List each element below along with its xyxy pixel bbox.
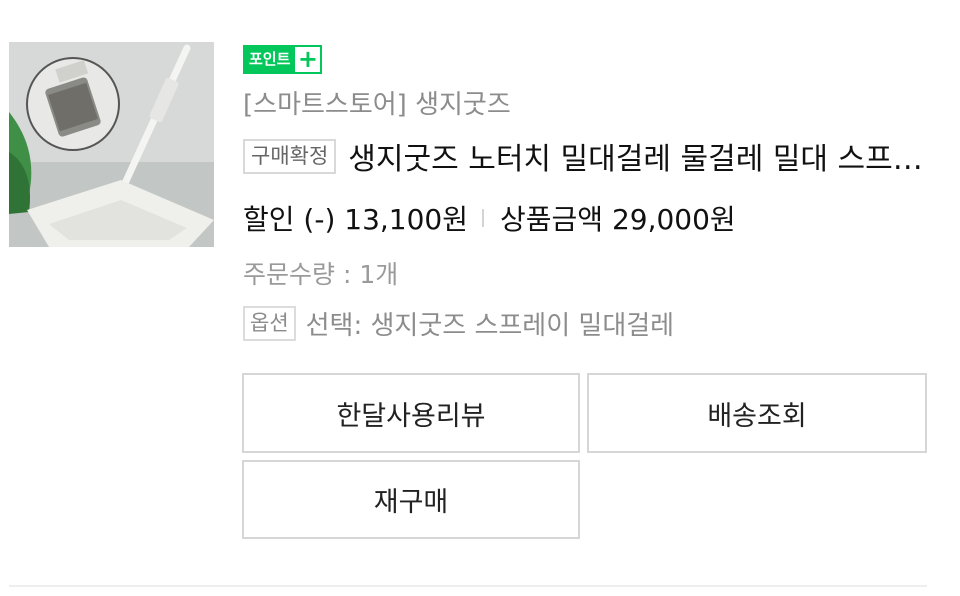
- track-shipping-button[interactable]: 배송조회: [587, 373, 927, 453]
- product-amount: 상품금액 29,000원: [500, 203, 736, 236]
- price-row: 할인 (-) 13,100원 상품금액 29,000원: [243, 198, 736, 238]
- rebuy-button[interactable]: 재구매: [242, 460, 580, 539]
- option-tag: 옵션: [243, 306, 296, 341]
- bottom-divider: [9, 585, 927, 587]
- product-thumbnail[interactable]: [9, 42, 214, 247]
- purchase-status-tag: 구매확정: [243, 138, 337, 174]
- naver-point-badge: 포인트 +: [243, 45, 323, 74]
- product-title-row[interactable]: 구매확정 생지굿즈 노터치 밀대걸레 물걸레 밀대 스프레이 청소기: [243, 134, 923, 178]
- mop-icon: [9, 42, 214, 247]
- monthly-review-button[interactable]: 한달사용리뷰: [242, 373, 580, 453]
- point-badge-label: 포인트: [245, 47, 296, 72]
- product-title[interactable]: 생지굿즈 노터치 밀대걸레 물걸레 밀대 스프레이 청소기: [348, 134, 923, 178]
- order-item-card: 포인트 + [스마트스토어] 생지굿즈 구매확정 생지굿즈 노터치 밀대걸레 물…: [0, 0, 960, 596]
- option-value: 선택: 생지굿즈 스프레이 밀대걸레: [305, 311, 675, 341]
- store-name[interactable]: [스마트스토어] 생지굿즈: [243, 84, 511, 121]
- order-quantity: 주문수량 : 1개: [243, 260, 399, 289]
- plus-icon: +: [295, 47, 321, 72]
- price-divider: [482, 209, 485, 227]
- discount-amount: 할인 (-) 13,100원: [243, 203, 469, 236]
- option-row: 옵션 선택: 생지굿즈 스프레이 밀대걸레: [243, 305, 674, 342]
